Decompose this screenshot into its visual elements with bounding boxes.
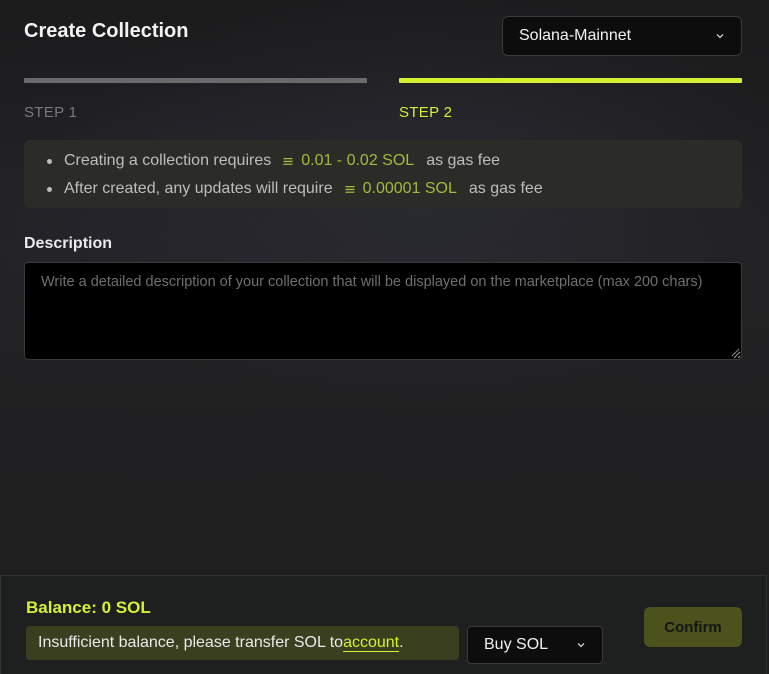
- step-1-progress-bar: [24, 78, 367, 83]
- account-link[interactable]: account: [343, 634, 399, 652]
- page-title: Create Collection: [24, 20, 189, 42]
- gas-fee-update-amount-value: 0.00001 SOL: [362, 180, 457, 197]
- sol-icon: [344, 185, 355, 193]
- gas-fee-update-text: After created, any updates will require: [64, 180, 333, 197]
- step-2-label: STEP 2: [399, 104, 453, 121]
- gas-fee-create-amount: 0.01 - 0.02 SOL: [283, 152, 414, 170]
- gas-fee-update-row: After created, any updates will require …: [47, 175, 742, 203]
- warning-period: .: [399, 634, 404, 651]
- gas-fee-create-row: Creating a collection requires 0.01 - 0.…: [47, 147, 742, 175]
- footer-bar: Balance: 0 SOL Insufficient balance, ple…: [0, 575, 767, 674]
- resize-grip-icon[interactable]: [731, 348, 740, 357]
- sol-icon: [283, 157, 294, 165]
- gas-fee-create-text: Creating a collection requires: [64, 152, 272, 169]
- header: Create Collection Solana-Mainnet: [24, 16, 742, 56]
- bullet-icon: [47, 159, 52, 164]
- description-label: Description: [24, 235, 113, 252]
- gas-fee-update-suffix: as gas fee: [468, 180, 543, 197]
- insufficient-balance-warning: Insufficient balance, please transfer SO…: [26, 626, 459, 660]
- bullet-icon: [47, 187, 52, 192]
- step-1[interactable]: STEP 1: [24, 78, 367, 121]
- gas-fee-update-amount: 0.00001 SOL: [344, 180, 457, 198]
- warning-text: Insufficient balance, please transfer SO…: [38, 634, 344, 651]
- buy-sol-label: Buy SOL: [484, 636, 549, 653]
- description-input[interactable]: [24, 262, 742, 360]
- network-select-value: Solana-Mainnet: [519, 27, 632, 44]
- gas-fee-create-suffix: as gas fee: [426, 152, 501, 169]
- confirm-button[interactable]: Confirm: [644, 607, 742, 647]
- balance-text: Balance: 0 SOL: [26, 598, 151, 617]
- chevron-down-icon: [716, 34, 724, 39]
- gas-fee-create-amount-value: 0.01 - 0.02 SOL: [301, 152, 415, 169]
- gas-fee-info-box: Creating a collection requires 0.01 - 0.…: [24, 140, 742, 208]
- stepper: STEP 1 STEP 2: [24, 78, 742, 128]
- chevron-down-icon: [577, 643, 585, 648]
- step-2[interactable]: STEP 2: [399, 78, 742, 121]
- step-1-label: STEP 1: [24, 104, 78, 121]
- buy-sol-select[interactable]: Buy SOL: [467, 626, 603, 664]
- network-select[interactable]: Solana-Mainnet: [502, 16, 742, 56]
- step-2-progress-bar: [399, 78, 742, 83]
